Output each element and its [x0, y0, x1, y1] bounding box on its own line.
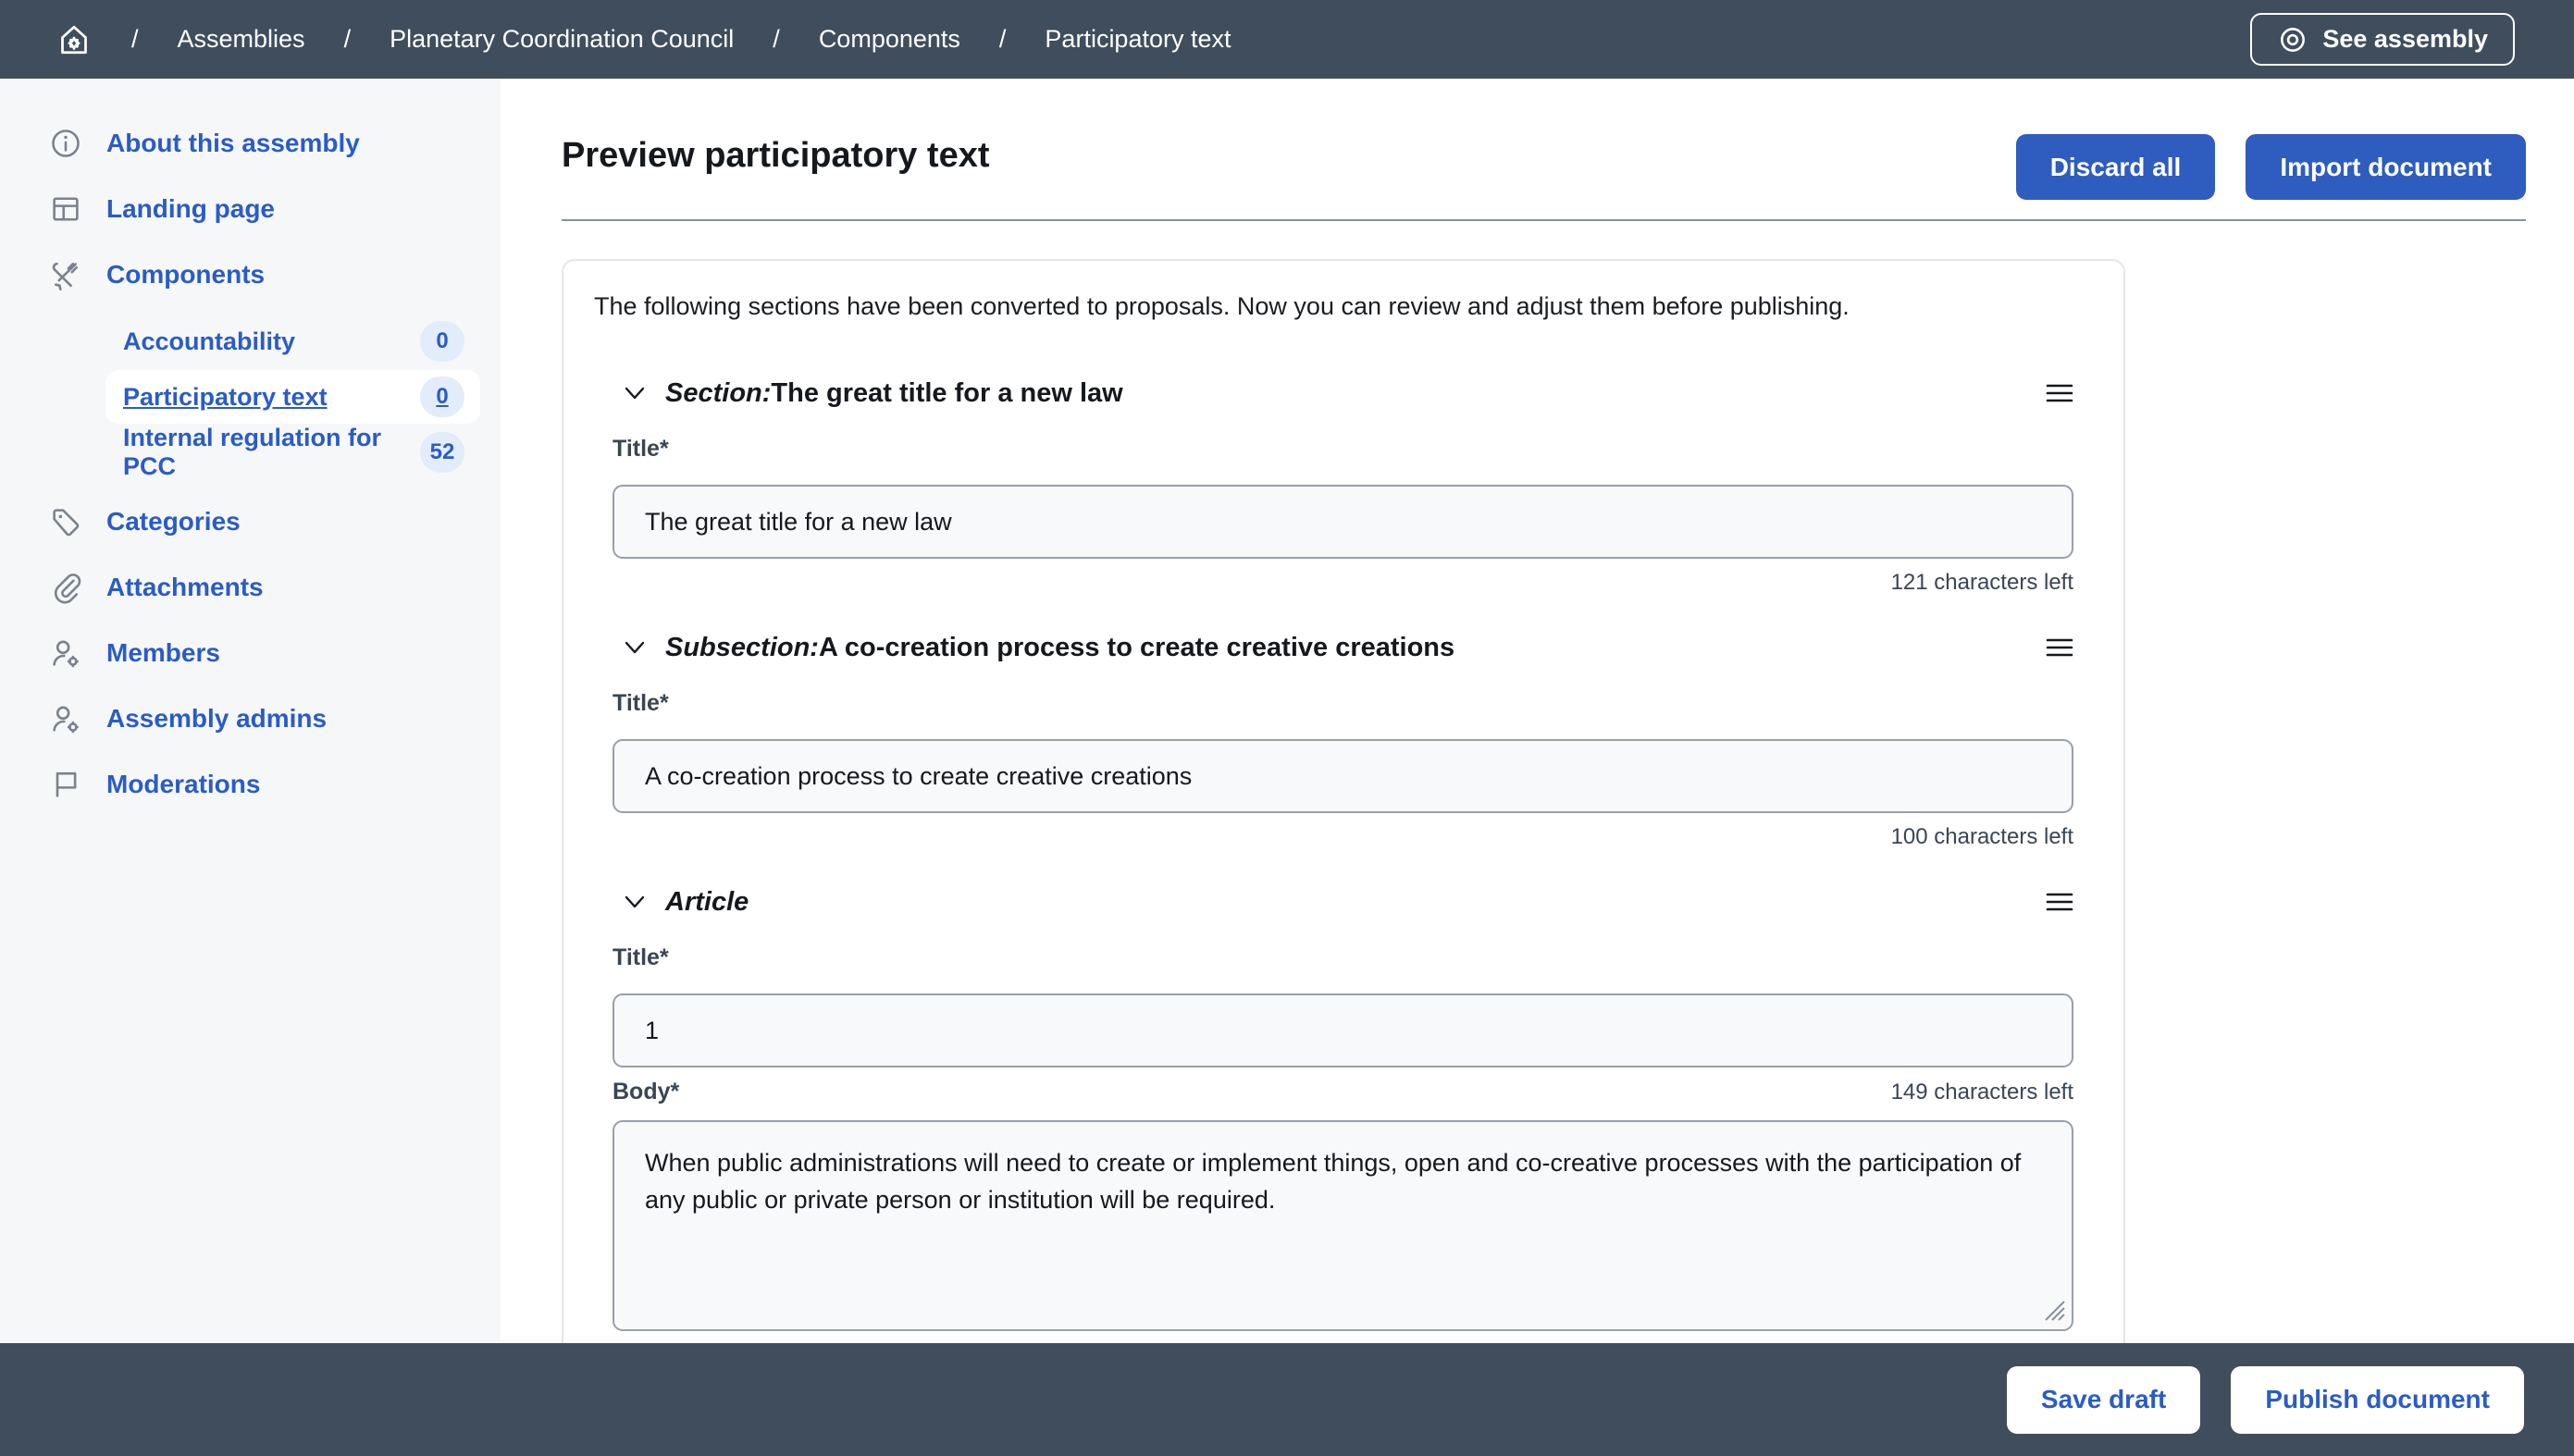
breadcrumb: / Assemblies / Planetary Coordination Co… [56, 21, 1231, 58]
subsection-header: Subsection:A co-creation process to crea… [622, 629, 2073, 666]
sidebar-item-assembly-admins[interactable]: Assembly admins [0, 685, 501, 751]
page-title: Preview participatory text [562, 136, 990, 176]
section-header: Section:The great title for a new law [622, 375, 2073, 412]
sidebar-item-label: Components [106, 260, 265, 290]
section-title-text: The great title for a new law [771, 378, 1122, 408]
eye-icon [2277, 24, 2308, 56]
sidebar-item-label: Members [106, 638, 220, 668]
breadcrumb-assembly-name[interactable]: Planetary Coordination Council [390, 25, 734, 54]
flag-icon [49, 768, 82, 801]
breadcrumb-participatory-text[interactable]: Participatory text [1045, 25, 1231, 54]
subsection-title-input[interactable] [613, 739, 2073, 813]
drag-handle-icon[interactable] [2046, 890, 2073, 914]
article-heading: Article [665, 887, 749, 918]
sidebar-item-landing-page[interactable]: Landing page [0, 176, 501, 241]
article-type-label: Article [665, 887, 749, 917]
main-content: Preview participatory text Discard all I… [501, 79, 2574, 1456]
article-header: Article [622, 883, 2073, 920]
breadcrumb-components[interactable]: Components [819, 25, 960, 54]
sidebar-item-label: Attachments [106, 573, 264, 602]
tag-icon [49, 505, 82, 538]
title-field-label: Title* [613, 944, 2073, 971]
sidebar-item-accountability[interactable]: Accountability 0 [105, 315, 480, 368]
characters-left-counter: 121 characters left [594, 570, 2073, 596]
chevron-down-icon[interactable] [622, 889, 648, 915]
sidebar-item-categories[interactable]: Categories [0, 488, 501, 554]
info-icon [49, 127, 82, 160]
drag-handle-icon[interactable] [2046, 381, 2073, 405]
sidebar-item-label: Moderations [106, 770, 260, 799]
home-icon [56, 21, 93, 58]
sidebar-item-label: Assembly admins [106, 704, 327, 734]
breadcrumb-separator: / [131, 25, 139, 54]
title-divider [562, 219, 2526, 221]
sidebar-item-label: Categories [106, 507, 241, 537]
save-draft-button[interactable]: Save draft [2007, 1366, 2200, 1434]
publish-document-button[interactable]: Publish document [2231, 1366, 2524, 1434]
import-document-button[interactable]: Import document [2246, 134, 2526, 200]
characters-left-counter: 100 characters left [594, 824, 2073, 850]
section-title-input[interactable] [613, 485, 2073, 559]
preview-card: The following sections have been convert… [562, 259, 2125, 1456]
see-assembly-label: See assembly [2322, 25, 2488, 54]
chevron-down-icon[interactable] [622, 635, 648, 660]
sidebar-item-components[interactable]: Components [0, 241, 501, 307]
section-type-label: Section: [665, 378, 771, 408]
intro-text: The following sections have been convert… [594, 290, 2073, 322]
drag-handle-icon[interactable] [2046, 635, 2073, 660]
resize-handle-icon[interactable] [2036, 1292, 2068, 1324]
breadcrumb-separator: / [773, 25, 780, 54]
footer-action-bar: Save draft Publish document [0, 1343, 2574, 1456]
sidebar-item-label: Internal regulation for PCC [123, 424, 420, 481]
article-body-wrap: When public administrations will need to… [613, 1120, 2073, 1331]
landing-page-icon [49, 192, 82, 226]
home-link[interactable] [56, 21, 93, 58]
characters-left-counter: 149 characters left [1891, 1080, 2073, 1105]
admin-sidebar: About this assembly Landing page Compone… [0, 79, 501, 1343]
count-badge: 0 [420, 321, 464, 362]
count-badge: 0 [420, 376, 464, 417]
sidebar-item-members[interactable]: Members [0, 620, 501, 685]
components-sub-list: Accountability 0 Participatory text 0 In… [0, 307, 501, 488]
body-field-label: Body* [613, 1079, 679, 1105]
chevron-down-icon[interactable] [622, 380, 648, 406]
subsection-type-label: Subsection: [665, 633, 819, 662]
paperclip-icon [49, 571, 82, 604]
title-field-label: Title* [613, 436, 2073, 463]
user-gear-icon [49, 636, 82, 670]
subsection-title-text: A co-creation process to create creative… [819, 633, 1454, 662]
sidebar-item-internal-regulation[interactable]: Internal regulation for PCC 52 [105, 426, 480, 479]
see-assembly-button[interactable]: See assembly [2250, 13, 2515, 66]
sidebar-item-attachments[interactable]: Attachments [0, 554, 501, 620]
breadcrumb-assemblies[interactable]: Assemblies [178, 25, 305, 54]
count-badge: 52 [420, 432, 464, 473]
tools-icon [49, 258, 82, 291]
sidebar-item-moderations[interactable]: Moderations [0, 751, 501, 817]
sidebar-item-label: Accountability [123, 327, 420, 356]
subsection-heading: Subsection:A co-creation process to crea… [665, 633, 1454, 663]
sidebar-item-label: Participatory text [123, 383, 420, 412]
discard-all-button[interactable]: Discard all [2016, 134, 2216, 200]
article-title-input[interactable] [613, 993, 2073, 1067]
breadcrumb-separator: / [344, 25, 352, 54]
body-label-row: Body* 149 characters left [594, 1079, 2073, 1105]
sidebar-item-label: About this assembly [106, 129, 360, 158]
header-actions: Discard all Import document [2016, 134, 2526, 200]
top-breadcrumb-bar: / Assemblies / Planetary Coordination Co… [0, 0, 2574, 79]
section-heading: Section:The great title for a new law [665, 378, 1123, 409]
article-body-textarea[interactable]: When public administrations will need to… [613, 1120, 2073, 1331]
title-field-label: Title* [613, 690, 2073, 717]
user-gear-icon [49, 702, 82, 735]
sidebar-item-label: Landing page [106, 194, 275, 224]
sidebar-item-participatory-text[interactable]: Participatory text 0 [105, 370, 480, 424]
sidebar-item-about-assembly[interactable]: About this assembly [0, 110, 501, 176]
breadcrumb-separator: / [999, 25, 1007, 54]
